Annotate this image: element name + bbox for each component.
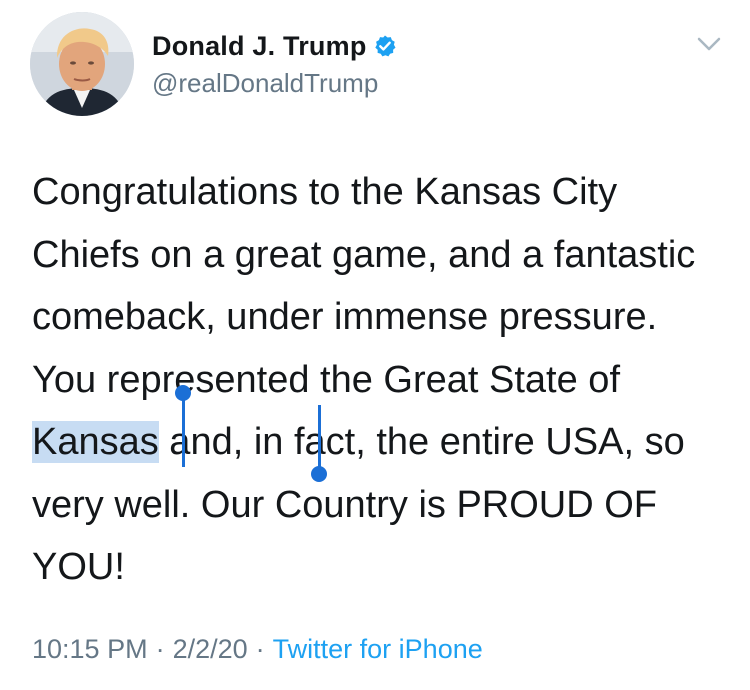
display-name[interactable]: Donald J. Trump xyxy=(152,31,367,62)
text-selection[interactable]: Kansas xyxy=(32,421,159,463)
tweet-date[interactable]: 2/2/20 xyxy=(173,634,248,665)
tweet-text[interactable]: Congratulations to the Kansas City Chief… xyxy=(32,161,722,599)
name-row: Donald J. Trump xyxy=(152,28,397,64)
selection-end-handle[interactable] xyxy=(311,466,327,482)
avatar-image xyxy=(30,12,134,116)
meta-separator: · xyxy=(255,634,265,664)
tweet-card: Donald J. Trump @realDonaldTrump Congrat… xyxy=(0,0,750,690)
chevron-down-icon[interactable] xyxy=(693,32,725,56)
tweet-source-link[interactable]: Twitter for iPhone xyxy=(273,634,483,665)
verified-badge-icon xyxy=(373,34,397,58)
meta-separator: · xyxy=(155,634,165,664)
selection-start-caret[interactable] xyxy=(182,395,185,467)
tweet-time[interactable]: 10:15 PM xyxy=(32,634,148,665)
avatar[interactable] xyxy=(30,12,134,116)
tweet-meta: 10:15 PM · 2/2/20 · Twitter for iPhone xyxy=(32,634,483,665)
tweet-text-before: Congratulations to the Kansas City Chief… xyxy=(32,171,696,401)
author-block: Donald J. Trump @realDonaldTrump xyxy=(152,28,397,108)
user-handle[interactable]: @realDonaldTrump xyxy=(152,68,397,99)
